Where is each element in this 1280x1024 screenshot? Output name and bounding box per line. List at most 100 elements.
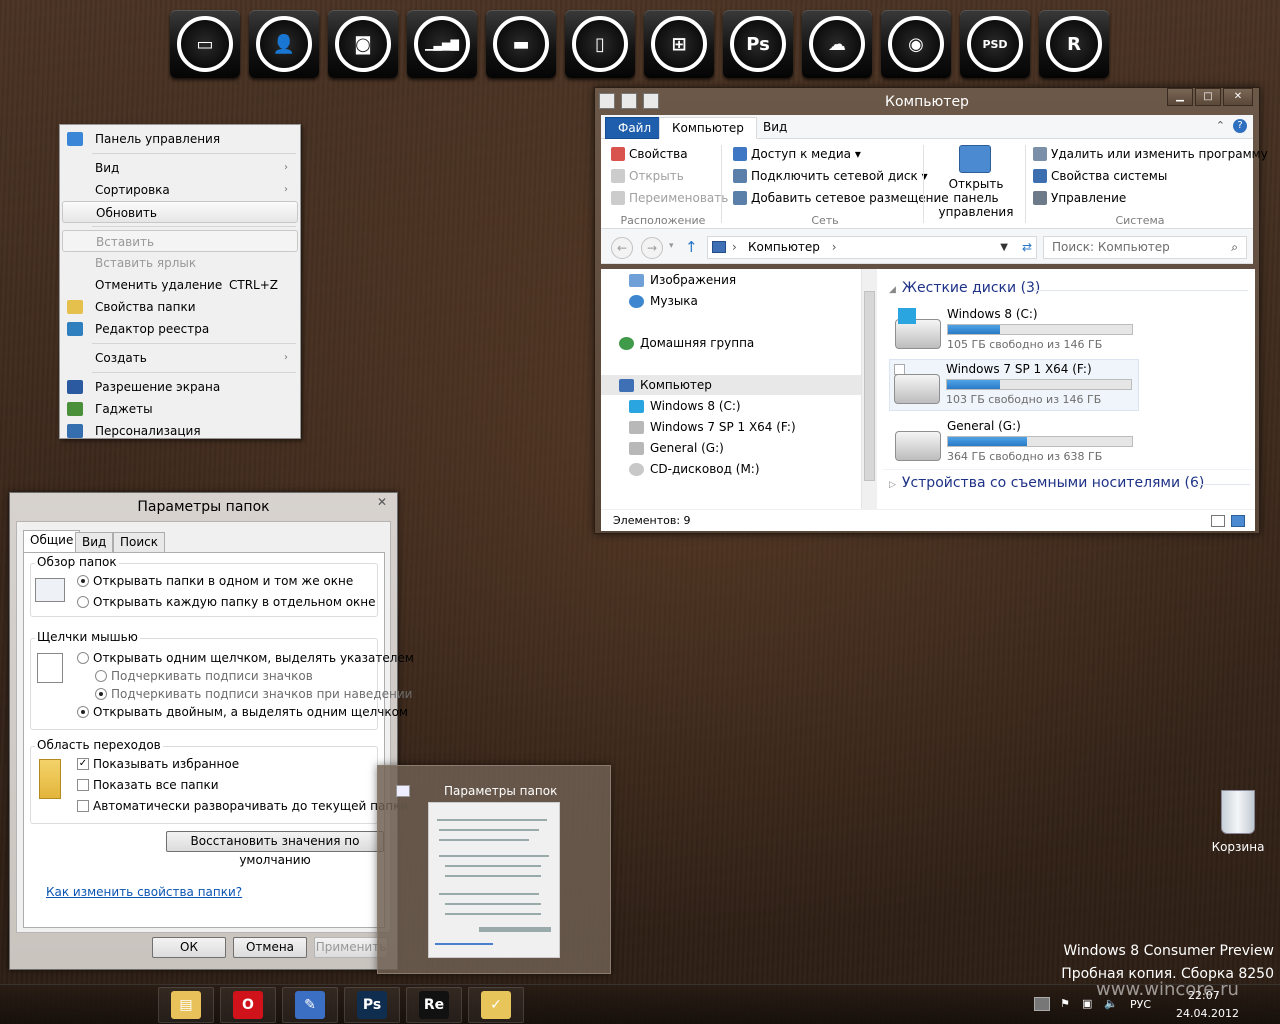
photoshop-dock-button[interactable]: Ps [723,10,793,78]
photoshop-taskbar-button[interactable]: Ps [344,987,400,1023]
menu-item-refresh[interactable]: Обновить [62,201,298,223]
address-box[interactable]: › Компьютер › ▼ ⇄ [707,236,1037,259]
close-button[interactable]: ✕ [372,495,392,511]
windows-logo-dock-button[interactable]: ⊞ [644,10,714,78]
taskbar-thumbnail-preview[interactable]: Параметры папок [377,765,611,974]
clock-time[interactable]: 22:07 [1188,989,1220,1002]
group-header-removable[interactable]: ▷ Устройства со съемными носителями (6) [889,475,1204,491]
volume-icon[interactable]: 🔈 [1104,997,1120,1011]
menu-item-registry-editor[interactable]: Редактор реестра [62,318,298,340]
checkbox-auto-expand[interactable]: Автоматически разворачивать до текущей п… [77,799,408,813]
tab-general[interactable]: Общие [23,530,81,553]
title-bar[interactable]: Компьютер ▁ □ ✕ [595,88,1259,115]
forward-button[interactable]: → [641,237,663,259]
action-center-flag-icon[interactable]: ⚑ [1060,997,1076,1011]
radio-button[interactable] [95,688,107,700]
eye-dock-button[interactable]: ◉ [881,10,951,78]
notes-folder-taskbar-button[interactable]: ✓ [468,987,524,1023]
cloud-dock-button[interactable]: ☁ [802,10,872,78]
refresh-icon[interactable]: ⇄ [1022,237,1032,258]
radio-underline-hover[interactable]: Подчеркивать подписи значков при наведен… [95,687,412,701]
add-location-button[interactable]: Добавить сетевое размещение [733,191,949,205]
search-input[interactable]: Поиск: Компьютер ⌕ [1043,236,1247,259]
help-icon[interactable]: ? [1233,119,1247,133]
folder-dock-button[interactable]: ▬ [486,10,556,78]
menu-item-gadgets[interactable]: Гаджеты [62,398,298,420]
cancel-button[interactable]: Отмена [233,937,307,958]
menu-item-view[interactable]: Вид › [62,157,298,179]
ribbon-collapse-icon[interactable]: ⌃ [1216,119,1225,132]
radio-open-same-window[interactable]: Открывать папки в одном и том же окне [77,574,353,588]
checkbox[interactable]: ✓ [77,758,89,770]
nav-item-drive-m[interactable]: CD-дисковод (M:) [629,462,760,476]
monitor-dock-button[interactable]: ▭ [170,10,240,78]
manage-button[interactable]: Управление [1033,191,1126,205]
close-button[interactable]: ✕ [1223,88,1253,106]
radio-button[interactable] [77,575,89,587]
opera-taskbar-button[interactable]: O [220,987,276,1023]
drive-item-g[interactable]: General (G:) 364 ГБ свободно из 638 ГБ [891,417,1141,467]
open-control-panel-button[interactable]: Открыть панель управления [925,139,1025,229]
tab-view[interactable]: Вид [751,117,799,139]
remote-desktop-taskbar-button[interactable]: ✎ [282,987,338,1023]
network-icon[interactable]: ▣ [1082,997,1098,1011]
menu-item-folder-options[interactable]: Свойства папки [62,296,298,318]
show-desktop-icon[interactable] [1034,997,1050,1011]
menu-item-screen-resolution[interactable]: Разрешение экрана [62,376,298,398]
checkbox-show-all-folders[interactable]: Показать все папки [77,778,219,792]
details-view-icon[interactable] [1211,515,1225,527]
up-arrow-icon[interactable]: ↑ [685,238,698,256]
menu-item-undo-delete[interactable]: Отменить удаление CTRL+Z [62,274,298,296]
checkbox[interactable] [77,779,89,791]
nav-item-images[interactable]: Изображения [629,273,736,287]
tab-file[interactable]: Файл [605,117,665,139]
nav-item-drive-g[interactable]: General (G:) [629,441,724,455]
drive-item-c[interactable]: Windows 8 (C:) 105 ГБ свободно из 146 ГБ [891,305,1141,355]
radio-single-click[interactable]: Открывать одним щелчком, выделять указат… [77,651,414,665]
large-icons-view-icon[interactable] [1231,515,1245,527]
properties-button[interactable]: Свойства [611,147,688,161]
file-explorer-taskbar-button[interactable]: ▤ [158,987,214,1023]
radio-underline-always[interactable]: Подчеркивать подписи значков [95,669,313,683]
group-header-hard-disks[interactable]: ◢ Жесткие диски (3) [889,280,1040,296]
nav-item-music[interactable]: Музыка [629,294,698,308]
registered-dock-button[interactable]: R [1039,10,1109,78]
breadcrumb-computer[interactable]: Компьютер [748,240,820,254]
nav-scrollbar[interactable] [861,269,877,509]
ok-button[interactable]: ОК [152,937,226,958]
checkbox[interactable] [77,800,89,812]
tab-computer[interactable]: Компьютер [659,117,757,139]
radio-button[interactable] [95,670,107,682]
help-link[interactable]: Как изменить свойства папки? [46,885,242,899]
nav-item-drive-c[interactable]: Windows 8 (C:) [629,399,741,413]
radio-double-click[interactable]: Открывать двойным, а выделять одним щелч… [77,705,408,719]
language-indicator[interactable]: РУС [1130,998,1151,1011]
drive-item-f[interactable]: Windows 7 SP 1 X64 (F:) 103 ГБ свободно … [889,359,1139,411]
radio-open-new-window[interactable]: Открывать каждую папку в отдельном окне [77,595,376,609]
open-button[interactable]: Открыть [611,169,684,183]
clock-date[interactable]: 24.04.2012 [1176,1007,1239,1020]
rename-button[interactable]: Переименовать [611,191,728,205]
media-access-button[interactable]: Доступ к медиа ▾ [733,147,861,161]
menu-item-paste-shortcut[interactable]: Вставить ярлык [62,252,298,274]
psd-file-dock-button[interactable]: PSD [960,10,1030,78]
user-dock-button[interactable]: 👤 [249,10,319,78]
menu-item-paste[interactable]: Вставить [62,230,298,252]
phone-dock-button[interactable]: ▯ [565,10,635,78]
back-button[interactable]: ← [611,237,633,259]
camera-dock-button[interactable]: ◙ [328,10,398,78]
signal-bars-dock-button[interactable]: ▁▃▅▇ [407,10,477,78]
radio-button[interactable] [77,596,89,608]
checkbox-show-favorites[interactable]: ✓ Показывать избранное [77,757,239,771]
restore-defaults-button[interactable]: Восстановить значения по умолчанию [166,831,384,867]
map-drive-button[interactable]: Подключить сетевой диск ▾ [733,169,928,183]
system-properties-button[interactable]: Свойства системы [1033,169,1167,183]
scrollbar-thumb[interactable] [864,291,875,481]
radio-button[interactable] [77,706,89,718]
menu-item-sort[interactable]: Сортировка › [62,179,298,201]
nav-item-computer[interactable]: Компьютер [601,375,861,395]
reflector-taskbar-button[interactable]: Re [406,987,462,1023]
menu-item-new[interactable]: Создать › [62,347,298,369]
maximize-button[interactable]: □ [1195,88,1221,106]
minimize-button[interactable]: ▁ [1167,88,1193,106]
